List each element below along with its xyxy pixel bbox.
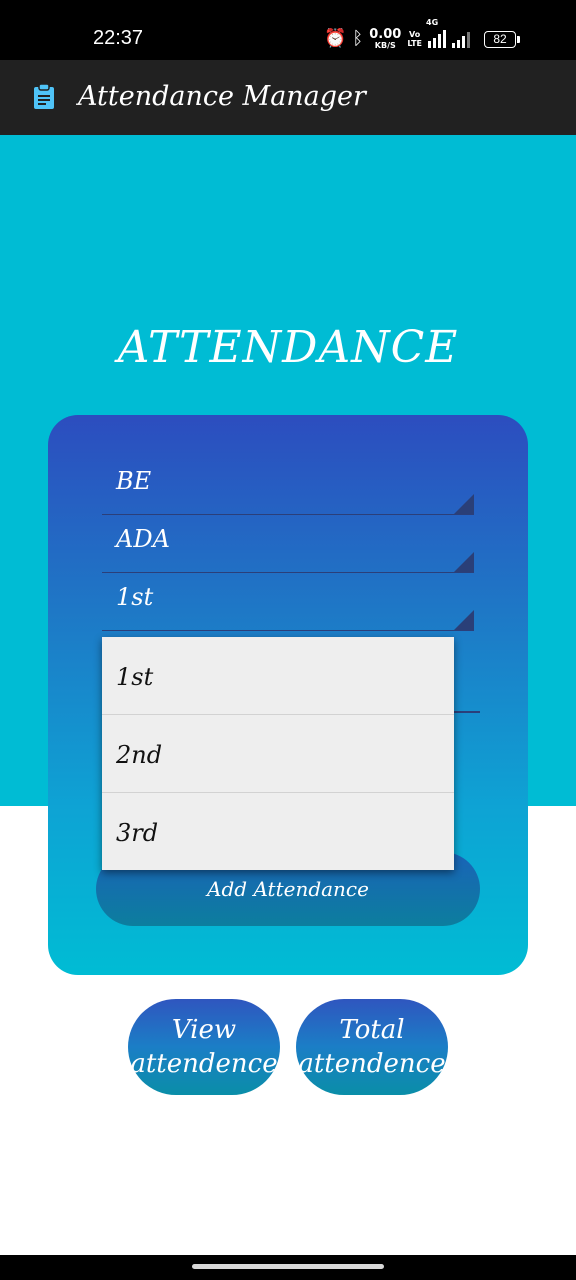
status-icons: ⏰ ᛒ 0.00 KB/S Vo LTE 4G 82 [324,18,521,52]
view-attendence-button[interactable]: View attendence [128,999,280,1095]
volte-icon: Vo LTE [407,30,422,48]
network-speed-value: 0.00 [369,26,402,42]
view-attendence-line1: View [171,1015,237,1045]
battery-icon: 82 [484,30,521,48]
app-title: Attendance Manager [78,81,366,112]
network-type: 4G [426,18,439,27]
total-attendence-line1: Total [339,1015,405,1045]
home-indicator[interactable] [192,1264,384,1269]
network-speed: 0.00 KB/S [369,26,402,50]
navigation-bar [0,1255,576,1280]
signal-4g-icon: 4G [426,18,447,48]
course-spinner[interactable]: BE [102,459,474,515]
bluetooth-icon: ᛒ [352,28,364,49]
status-bar: 22:37 ⏰ ᛒ 0.00 KB/S Vo LTE 4G 82 [0,0,576,60]
network-speed-unit: KB/S [374,40,396,50]
alarm-icon: ⏰ [324,28,347,49]
lecture-spinner[interactable]: 1st [102,575,474,631]
spinner-arrow-icon [454,494,474,514]
status-time: 22:37 [93,27,144,49]
dropdown-option[interactable]: 3rd [102,793,454,870]
volte-top: Vo [409,30,421,39]
signal-icon [452,30,471,48]
lecture-spinner-value: 1st [116,583,154,611]
lecture-dropdown-list: 1st 2nd 3rd [102,637,454,870]
spinner-arrow-icon [454,552,474,572]
view-attendence-line2: attendence [130,1049,278,1079]
total-attendence-button[interactable]: Total attendence [296,999,448,1095]
volte-bottom: LTE [407,39,423,48]
dropdown-option[interactable]: 2nd [102,715,454,793]
course-spinner-value: BE [116,467,152,495]
page-heading: ATTENDANCE [117,322,459,373]
subject-spinner-value: ADA [116,525,170,553]
subject-spinner[interactable]: ADA [102,517,474,573]
total-attendence-line2: attendence [298,1049,446,1079]
dropdown-option[interactable]: 1st [102,637,454,715]
clipboard-icon [34,84,54,109]
spinner-arrow-icon [454,610,474,630]
